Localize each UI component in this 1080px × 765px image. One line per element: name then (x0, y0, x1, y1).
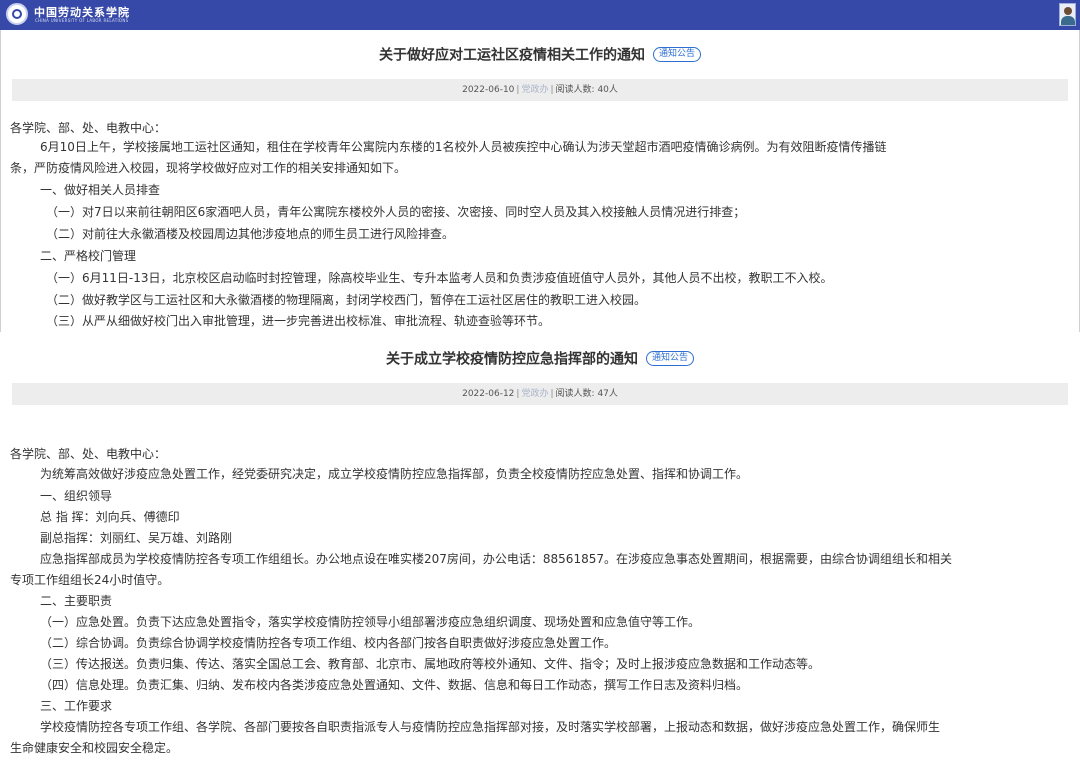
source-link[interactable]: 党政办 (521, 85, 548, 95)
body-paragraph: 6月10日上午，学校接属地工运社区通知，租住在学校青年公寓院内东楼的1名校外人员… (40, 140, 887, 154)
views-count: 47人 (597, 389, 618, 399)
views-label: 阅读人数: (555, 389, 595, 399)
section-heading: 二、主要职责 (40, 594, 113, 608)
body-paragraph: 应急指挥部成员为学校疫情防控各专项工作组组长。办公地点设在唯实楼207房间，办公… (40, 552, 952, 566)
notice-title-row: 关于成立学校疫情防控应急指挥部的通知 通知公告 (0, 348, 1080, 369)
notice-title-row: 关于做好应对工运社区疫情相关工作的通知 通知公告 (0, 44, 1080, 65)
body-paragraph: （一）应急处置。负责下达应急处置指令，落实学校疫情防控领导小组部署涉疫应急组织调… (40, 615, 701, 629)
body-paragraph: 副总指挥：刘丽红、吴万雄、刘路刚 (40, 531, 233, 545)
body-paragraph: 总 指 挥：刘向兵、傅德印 (40, 510, 180, 524)
source-link[interactable]: 党政办 (521, 389, 548, 399)
notice-meta-bar: 2022-06-10 | 党政办 | 阅读人数: 40人 (12, 79, 1068, 101)
avatar[interactable] (1059, 3, 1076, 26)
body-paragraph: （二）对前往大永徽酒楼及校园周边其他涉疫地点的师生员工进行风险排查。 (46, 227, 455, 241)
notice-title[interactable]: 关于成立学校疫情防控应急指挥部的通知 (386, 352, 638, 368)
body-paragraph: （四）信息处理。负责汇集、归纳、发布校内各类涉疫应急处置通知、文件、数据、信息和… (40, 678, 749, 692)
body-paragraph: （一）对7日以来前往朝阳区6家酒吧人员，青年公寓院东楼校外人员的密接、次密接、同… (46, 205, 746, 219)
body-paragraph: 专项工作组组长24小时值守。 (10, 573, 170, 587)
section-heading: 三、工作要求 (40, 699, 113, 713)
top-bar: 中国劳动关系学院 CHINA UNIVERSITY OF LABOR RELAT… (0, 0, 1080, 30)
notice-badge[interactable]: 通知公告 (645, 351, 694, 366)
views-label: 阅读人数: (555, 85, 595, 95)
body-paragraph: 为统筹高效做好涉疫应急处置工作，经党委研究决定，成立学校疫情防控应急指挥部，负责… (40, 467, 749, 481)
salutation: 各学院、部、处、电教中心： (10, 121, 167, 135)
notice-meta-bar: 2022-06-12 | 党政办 | 阅读人数: 47人 (12, 383, 1068, 405)
body-paragraph: （三）传达报送。负责归集、传达、落实全国总工会、教育部、北京市、属地政府等校外通… (40, 657, 821, 671)
section-heading: 二、严格校门管理 (40, 249, 137, 263)
body-paragraph: （一）6月11日-13日，北京校区启动临时封控管理，除高校毕业生、专升本监考人员… (46, 271, 833, 285)
salutation: 各学院、部、处、电教中心： (10, 447, 167, 461)
views-count: 40人 (597, 85, 618, 95)
school-emblem-icon[interactable] (6, 3, 28, 25)
body-paragraph: （二）做好教学区与工运社区和大永徽酒楼的物理隔离，封闭学校西门，暂停在工运社区居… (46, 293, 647, 307)
section-heading: 一、组织领导 (40, 489, 113, 503)
notice-badge[interactable]: 通知公告 (652, 47, 701, 62)
body-paragraph: 学校疫情防控各专项工作组、各学院、各部门要按各自职责指派专人与疫情防控应急指挥部… (40, 720, 941, 734)
body-paragraph: （二）综合协调。负责综合协调学校疫情防控各专项工作组、校内各部门按各自职责做好涉… (40, 636, 617, 650)
body-paragraph: 条，严防疫情风险进入校园，现将学校做好应对工作的相关安排通知如下。 (10, 161, 407, 175)
publish-date: 2022-06-10 (462, 85, 515, 95)
divider (0, 30, 1, 332)
school-name-en: CHINA UNIVERSITY OF LABOR RELATIONS (35, 18, 129, 23)
notice-title[interactable]: 关于做好应对工运社区疫情相关工作的通知 (379, 48, 645, 64)
section-heading: 一、做好相关人员排查 (40, 183, 161, 197)
body-paragraph: （三）从严从细做好校门出入审批管理，进一步完善进出校标准、审批流程、轨迹查验等环… (46, 314, 551, 328)
publish-date: 2022-06-12 (462, 389, 515, 399)
body-paragraph: 生命健康安全和校园安全稳定。 (10, 741, 179, 755)
